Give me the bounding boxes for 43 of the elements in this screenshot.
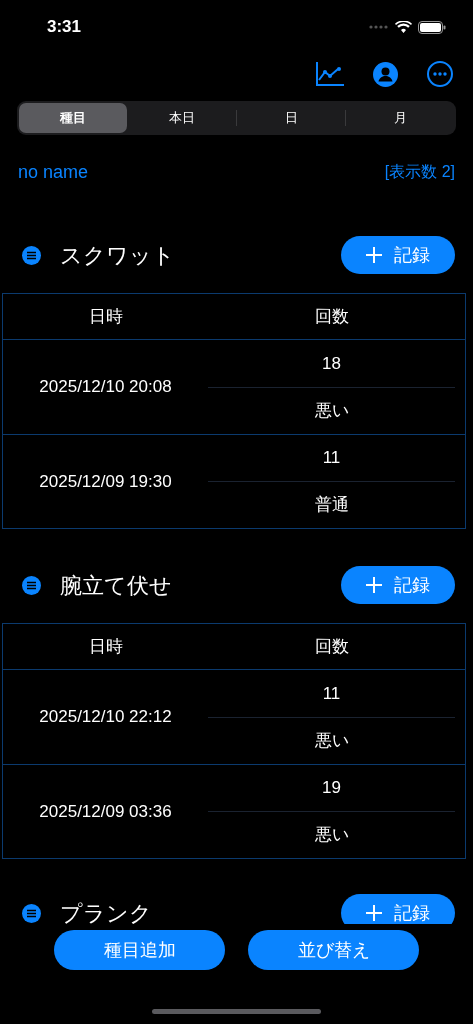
exercise-title: プランク [60, 899, 152, 924]
plus-icon [366, 905, 382, 921]
count-cell-text: 18 [322, 352, 341, 375]
count-cell-text: 19 [322, 777, 341, 800]
datetime-cell-text: 2025/12/10 20:08 [39, 376, 172, 399]
profile-icon[interactable] [373, 61, 398, 87]
exercise-title: 腕立て伏せ [60, 571, 172, 600]
list-icon [22, 575, 41, 595]
record-button[interactable]: 記録 [341, 236, 455, 274]
plus-icon [366, 247, 382, 263]
user-name-link[interactable]: no name [18, 158, 89, 186]
plus-icon [366, 577, 382, 593]
action-button[interactable]: 並び替え [248, 930, 419, 970]
list-icon [22, 903, 41, 923]
datetime-cell-text: 2025/12/09 19:30 [39, 470, 172, 493]
column-header: 回数 [313, 305, 350, 328]
wifi-icon [395, 21, 412, 33]
rating-cell-text: 悪い [314, 824, 349, 847]
record-button[interactable]: 記録 [341, 566, 455, 604]
line-chart-icon[interactable] [316, 62, 344, 86]
rating-cell-text: 普通 [314, 494, 349, 517]
column-header: 日時 [87, 305, 124, 328]
segment-tab[interactable]: 日 [237, 103, 345, 133]
battery-icon [418, 20, 446, 34]
rating-cell-text: 悪い [314, 730, 349, 752]
datetime-cell-text: 2025/12/09 03:36 [39, 800, 172, 823]
more-icon[interactable] [427, 61, 453, 87]
record-button[interactable]: 記録 [341, 894, 455, 924]
column-header: 回数 [313, 635, 350, 658]
exercise-title: スクワット [60, 241, 175, 270]
rating-cell-text: 悪い [314, 400, 349, 422]
display-count-link[interactable]: [表示数 2] [384, 160, 455, 184]
datetime-cell-text: 2025/12/10 22:12 [39, 706, 172, 729]
count-cell-text: 11 [322, 447, 341, 470]
column-header: 日時 [87, 635, 124, 658]
list-icon [22, 245, 41, 265]
segment-tab[interactable]: 種目 [19, 103, 127, 133]
signal-icon [369, 25, 389, 29]
segment-tab[interactable]: 月 [346, 103, 454, 133]
action-button[interactable]: 種目追加 [54, 930, 225, 970]
segment-tab[interactable]: 本日 [128, 103, 236, 133]
status-time: 3:31 [47, 16, 82, 39]
count-cell-text: 11 [322, 682, 341, 705]
